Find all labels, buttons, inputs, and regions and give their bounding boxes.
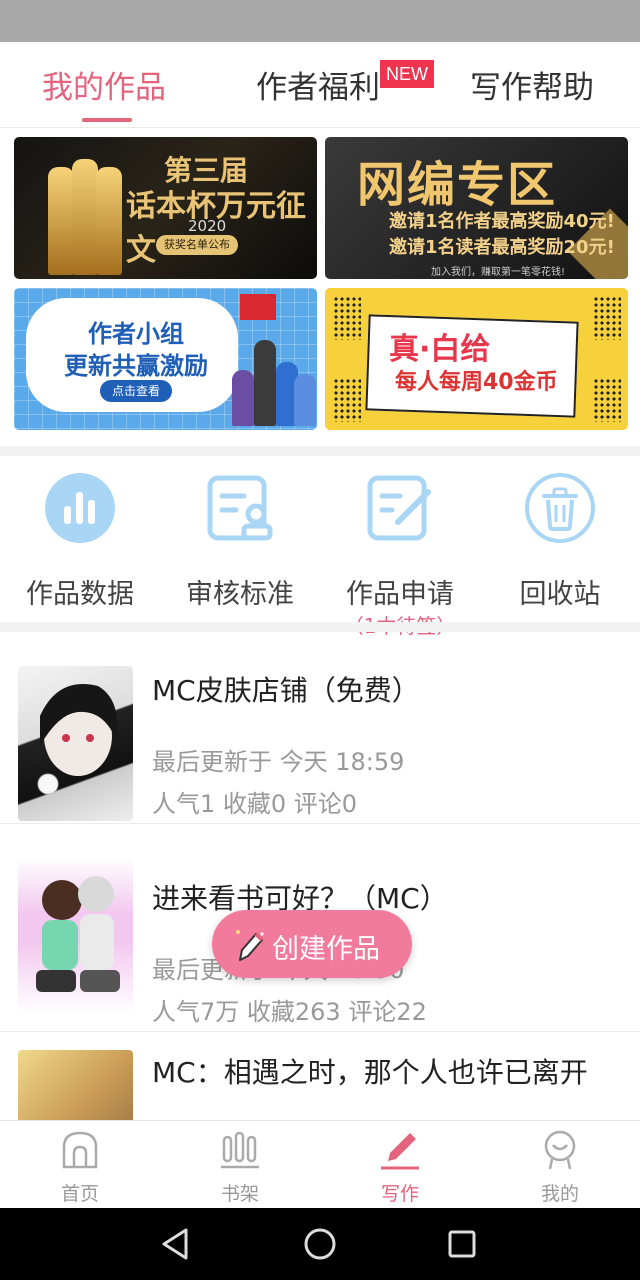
nav-write[interactable]: 写作 (320, 1121, 480, 1209)
work-item[interactable]: MC皮肤店铺（免费） 最后更新于 今天 18:59 人气1 收藏0 评论0 (0, 632, 640, 824)
people-illustration (228, 336, 316, 426)
home-icon (62, 1131, 98, 1169)
author-tools: 作品数据 审核标准 作品申请 （1本待签） 回收站 (0, 456, 640, 638)
bookshelf-icon (221, 1131, 259, 1169)
banner-title: 作者小组 (88, 320, 184, 348)
banner-author-group[interactable]: 作者小组 更新共赢激励 点击查看 (14, 288, 317, 430)
banner-weekly-coins[interactable]: 真·白给 每人每周40金币 (325, 288, 628, 430)
create-work-button[interactable]: 创建作品 (212, 910, 412, 978)
decor-dots (593, 378, 621, 422)
trophy-icon (96, 167, 122, 275)
nav-label: 写作 (380, 1183, 419, 1205)
pencil-icon (236, 930, 264, 961)
work-title: MC：相遇之时，那个人也许已离开 (152, 1056, 588, 1089)
top-tab-bar: 我的作品 作者福利 NEW 写作帮助 (0, 42, 640, 128)
pen-icon (381, 1133, 419, 1170)
book-cover (18, 666, 133, 821)
new-badge: NEW (380, 60, 434, 88)
flag-icon (240, 294, 276, 320)
profile-icon (544, 1130, 576, 1170)
work-item[interactable]: MC：相遇之时，那个人也许已离开 (0, 1032, 640, 1120)
banner-year: 2020 (188, 217, 227, 235)
nav-label: 首页 (60, 1183, 99, 1205)
nav-label: 书架 (220, 1183, 259, 1205)
decor-dots (333, 378, 361, 422)
banner-text: 邀请1名作者最高奖励40元! (389, 211, 615, 232)
trash-icon (525, 473, 595, 543)
banner-pill: 获奖名单公布 (156, 235, 238, 255)
recents-icon[interactable] (444, 1226, 480, 1262)
tab-my-works[interactable]: 我的作品 (42, 62, 166, 107)
nav-home[interactable]: 首页 (0, 1121, 160, 1209)
banner-grid: 第三届 话本杯万元征文 2020 获奖名单公布 网编专区 邀请1名作者最高奖励4… (0, 128, 640, 446)
status-bar (0, 0, 640, 42)
decor-dots (333, 296, 361, 340)
banner-title: 网编专区 (357, 157, 558, 213)
banner-title: 真·白给 (389, 332, 491, 367)
banner-text: 邀请1名读者最高奖励20元! (389, 237, 615, 258)
banner-text: 加入我们，赚取第一笔零花钱! (431, 267, 566, 278)
tool-label: 审核标准 (186, 579, 294, 610)
book-cover (18, 858, 133, 1013)
book-cover (18, 1050, 133, 1120)
decor-dots (593, 296, 621, 340)
tool-label: 作品数据 (26, 579, 134, 610)
works-list: MC皮肤店铺（免费） 最后更新于 今天 18:59 人气1 收藏0 评论0 进来… (0, 632, 640, 1120)
back-icon[interactable] (158, 1226, 194, 1262)
nav-bookshelf[interactable]: 书架 (160, 1121, 320, 1209)
trophy-icon (48, 167, 74, 275)
bar-chart-icon (45, 473, 115, 543)
work-stats: 人气1 收藏0 评论0 (152, 790, 358, 818)
trophy-icon (72, 159, 98, 275)
bottom-nav: 首页 书架 写作 我的 (0, 1120, 640, 1208)
nav-label: 我的 (540, 1183, 579, 1205)
tool-label: 作品申请 (346, 579, 454, 610)
create-work-label: 创建作品 (272, 934, 380, 965)
banner-editor-zone[interactable]: 网编专区 邀请1名作者最高奖励40元! 邀请1名读者最高奖励20元! 加入我们，… (325, 137, 628, 279)
work-updated-time: 最后更新于 今天 18:59 (152, 748, 405, 776)
active-tab-indicator (82, 118, 132, 122)
tab-author-benefits[interactable]: 作者福利 (256, 62, 380, 107)
work-title: MC皮肤店铺（免费） (152, 674, 420, 707)
edit-doc-icon (367, 475, 431, 541)
banner-title: 每人每周40金币 (395, 370, 558, 395)
nav-profile[interactable]: 我的 (480, 1121, 640, 1209)
home-circle-icon[interactable] (302, 1226, 338, 1262)
tool-label: 回收站 (519, 579, 601, 610)
banner-essay-contest[interactable]: 第三届 话本杯万元征文 2020 获奖名单公布 (14, 137, 317, 279)
work-stats: 人气7万 收藏263 评论22 (152, 998, 427, 1026)
banner-pill: 点击查看 (100, 380, 172, 402)
system-nav-bar (0, 1208, 640, 1280)
section-divider (0, 446, 640, 456)
tab-writing-help[interactable]: 写作帮助 (470, 62, 594, 107)
section-divider (0, 622, 640, 632)
banner-title: 更新共赢激励 (64, 352, 208, 380)
review-doc-icon (207, 475, 273, 541)
